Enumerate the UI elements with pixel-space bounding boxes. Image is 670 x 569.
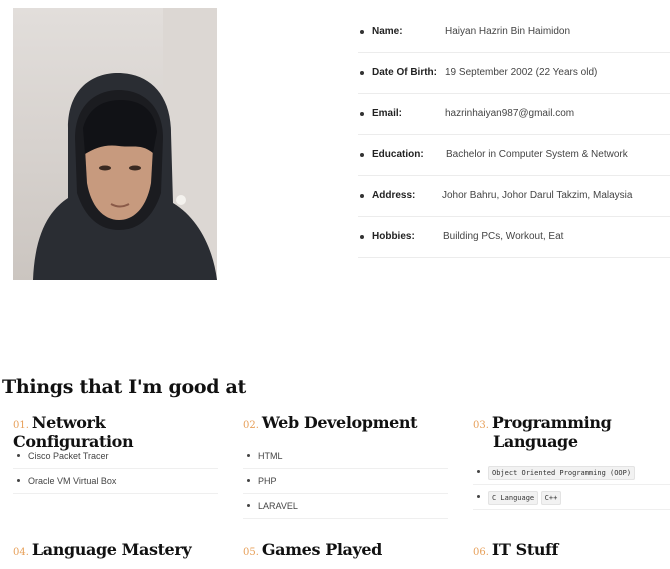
info-label: Education:	[372, 149, 424, 160]
list-item: LARAVEL	[243, 494, 448, 519]
skill-card-web: 02. Web Development HTML PHP LARAVEL	[243, 414, 448, 519]
card-heading: 03. Programming Language	[473, 414, 670, 460]
card-heading: 06. IT Stuff	[473, 541, 670, 560]
bullet-icon	[360, 71, 364, 75]
personal-info-list: Name: Haiyan Hazrin Bin Haimidon Date Of…	[358, 12, 670, 258]
skill-card-games: 05. Games Played	[243, 541, 448, 560]
info-label: Email:	[372, 108, 403, 119]
bullet-icon	[360, 112, 364, 116]
email-link[interactable]: hazrinhaiyan987@gmail.com	[445, 94, 574, 134]
skills-section-title: Things that I'm good at	[2, 376, 247, 398]
list-item: Cisco Packet Tracer	[13, 444, 218, 469]
info-value: Building PCs, Workout, Eat	[443, 231, 564, 242]
profile-photo	[13, 8, 217, 280]
skill-card-language: 04. Language Mastery	[13, 541, 218, 560]
card-title-line2: Language	[493, 432, 578, 451]
info-label: Name:	[372, 26, 403, 37]
skill-list: Object Oriented Programming (OOP) C Lang…	[473, 460, 670, 510]
list-item: Object Oriented Programming (OOP)	[473, 460, 670, 485]
card-number: 04.	[13, 547, 29, 558]
bullet-icon	[360, 153, 364, 157]
info-value: Johor Bahru, Johor Darul Takzim, Malaysi…	[442, 190, 633, 201]
card-heading: 02. Web Development	[243, 414, 448, 444]
card-title: Web Development	[261, 413, 418, 432]
list-item: PHP	[243, 469, 448, 494]
info-label: Date Of Birth:	[372, 67, 437, 78]
list-item: C Language C++	[473, 485, 670, 510]
code-tag: Object Oriented Programming (OOP)	[488, 466, 636, 480]
info-row-name: Name: Haiyan Hazrin Bin Haimidon	[358, 12, 670, 53]
card-number: 06.	[473, 547, 489, 558]
list-item: HTML	[243, 444, 448, 469]
card-heading: 01. Network Configuration	[13, 414, 218, 451]
card-heading: 04. Language Mastery	[13, 541, 218, 560]
card-title: Games Played	[261, 540, 382, 559]
code-tag: C++	[540, 491, 562, 505]
info-row-education: Education: Bachelor in Computer System &…	[358, 135, 670, 176]
card-title: Programming	[491, 413, 612, 432]
info-row-address: Address: Johor Bahru, Johor Darul Takzim…	[358, 176, 670, 217]
code-tag: C Language	[488, 491, 539, 505]
list-item: Oracle VM Virtual Box	[13, 469, 218, 494]
bullet-icon	[360, 30, 364, 34]
skill-card-network: 01. Network Configuration Cisco Packet Tr…	[13, 414, 218, 494]
skill-list: HTML PHP LARAVEL	[243, 444, 448, 519]
card-title: IT Stuff	[491, 540, 559, 559]
card-number: 01.	[13, 420, 29, 431]
info-label: Address:	[372, 190, 416, 201]
info-value: Haiyan Hazrin Bin Haimidon	[445, 26, 571, 37]
card-title: Language Mastery	[31, 540, 192, 559]
bullet-icon	[360, 194, 364, 198]
info-label: Hobbies:	[372, 231, 415, 242]
bullet-icon	[360, 235, 364, 239]
card-number: 02.	[243, 420, 259, 431]
skill-card-it: 06. IT Stuff	[473, 541, 670, 560]
info-value: Bachelor in Computer System & Network	[446, 149, 628, 160]
card-number: 03.	[473, 420, 489, 431]
info-row-dob: Date Of Birth: 19 September 2002 (22 Yea…	[358, 53, 670, 94]
info-row-hobbies: Hobbies: Building PCs, Workout, Eat	[358, 217, 670, 258]
info-row-email: Email: hazrinhaiyan987@gmail.com	[358, 94, 670, 135]
info-value: 19 September 2002 (22 Years old)	[445, 67, 598, 78]
skill-list: Cisco Packet Tracer Oracle VM Virtual Bo…	[13, 444, 218, 494]
skill-card-programming: 03. Programming Language Object Oriented …	[473, 414, 670, 510]
card-heading: 05. Games Played	[243, 541, 448, 560]
card-number: 05.	[243, 547, 259, 558]
